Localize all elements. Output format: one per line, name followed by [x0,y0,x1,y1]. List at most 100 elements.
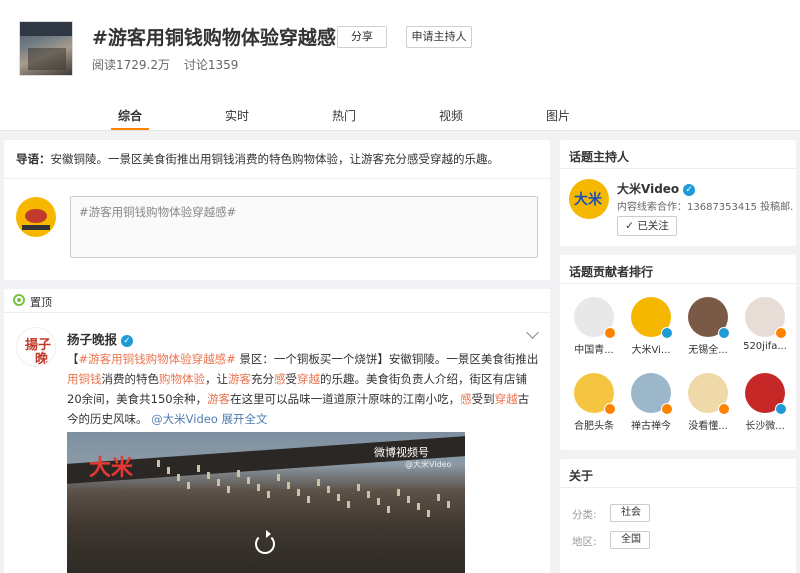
post-keyword: 游客 [228,372,251,386]
topic-host-card: 话题主持人 大米 大米Video ✓ 内容线索合作：13687353415 投稿邮… [560,140,796,246]
post-text-segment: 消费的特色 [101,372,160,386]
post-keyword: 穿越 [297,372,320,386]
chevron-down-icon[interactable] [526,326,539,339]
active-tab-indicator [111,128,149,130]
contributor-item[interactable]: 大米Vi... [625,297,677,356]
contributor-name[interactable]: 520jifa... [739,341,791,352]
post-keyword: 游客 [207,392,231,406]
author-name-text[interactable]: 扬子晚报 [67,332,117,347]
divider [4,178,550,179]
decor-lantern [157,460,160,467]
contributor-item[interactable]: 520jifa... [739,297,791,352]
verified-icon [661,327,673,339]
contributor-item[interactable]: 中国青... [568,297,620,356]
discussion-count: 讨论1359 [183,58,239,72]
post-author-avatar[interactable]: 揚子 晚報 [16,327,56,367]
contributor-name[interactable]: 中国青... [568,341,620,356]
contributor-name[interactable]: 长沙微... [739,417,791,432]
share-button[interactable]: 分享 [337,26,387,48]
contributor-name[interactable]: 大米Vi... [625,341,677,356]
verified-icon [661,403,673,415]
decor-lantern [307,496,310,503]
contributor-avatar[interactable] [574,373,616,415]
pinned-post-card: 置顶 揚子 晚報 扬子晚报 ✓ 【#游客用铜钱购物体验穿越感# 景区：一个铜板买一… [4,289,550,573]
post-author-name[interactable]: 扬子晚报 ✓ [67,329,134,348]
pinned-header: 置顶 [4,289,550,313]
decor-lantern [397,488,400,496]
contributor-item[interactable]: 没看懂... [682,373,734,432]
decor-lantern [387,505,390,513]
tab-bar: 综合 实时 热门 视频 图片 [0,100,800,131]
decor-lantern [417,503,420,511]
decor-lantern [187,481,190,489]
compose-input[interactable]: #游客用铜钱购物体验穿越感# [79,204,236,220]
decor-lantern [357,484,360,491]
current-user-avatar[interactable] [16,197,56,237]
post-link[interactable]: @大米Video [151,412,218,426]
decor-lantern [167,467,170,475]
decor-lantern [217,479,220,487]
pin-icon [13,294,25,306]
video-player[interactable]: 大米 微博视频号 @大米Video [67,432,465,573]
contributor-avatar[interactable] [745,373,787,415]
verified-icon [604,403,616,415]
topic-stats: 阅读1729.2万 讨论1359 [92,56,248,73]
post-text-segment: 【 [67,352,79,366]
tab-hot[interactable]: 热门 [332,107,356,124]
contributor-item[interactable]: 长沙微... [739,373,791,432]
verified-icon [718,403,730,415]
contributor-name[interactable]: 没看懂... [682,417,734,432]
contributor-item[interactable]: 无锡全... [682,297,734,356]
contributor-name[interactable]: 禅古禅今 [625,417,677,432]
post-text-segment: ，让 [205,372,228,386]
category-tag[interactable]: 社会 [610,504,650,522]
apply-host-button[interactable]: 申请主持人 [406,26,472,48]
post-text-segment: 景区：一个铜板买一个烧饼】安徽铜陵。一景区美食街推出 [235,352,539,366]
contributor-name[interactable]: 无锡全... [682,341,734,356]
post-text-segment: 受到 [471,392,495,406]
post-link[interactable]: 展开全文 [218,412,268,426]
post-keyword: 用铜钱 [67,372,102,386]
tab-images[interactable]: 图片 [546,107,570,124]
contributor-item[interactable]: 合肥头条 [568,373,620,432]
region-tag[interactable]: 全国 [610,531,650,549]
decor-lantern [347,500,350,508]
tab-comprehensive[interactable]: 综合 [118,107,142,124]
contributor-name[interactable]: 合肥头条 [568,417,620,432]
topic-cover-image [19,21,73,76]
verified-icon [604,327,616,339]
tab-video[interactable]: 视频 [439,107,463,124]
host-name[interactable]: 大米Video ✓ [617,180,696,197]
decor-lantern [277,474,280,482]
contributor-ranking-card: 话题贡献者排行 中国青... 大米Vi... 无锡全... 520jifa... 合肥头… [560,255,796,450]
post-keyword: 感 [274,372,286,386]
followed-label: 已关注 [637,220,669,232]
contributor-avatar[interactable] [745,297,787,339]
read-count: 阅读1729.2万 [92,58,170,72]
replay-icon[interactable] [255,530,275,554]
contributor-avatar[interactable] [631,373,673,415]
decor-lantern [257,484,260,491]
contributor-avatar[interactable] [688,373,730,415]
video-watermark: 微博视频号 [374,446,429,459]
decor-lantern [437,493,440,501]
verified-icon [775,403,787,415]
contributor-avatar[interactable] [631,297,673,339]
host-name-text[interactable]: 大米Video [617,182,679,196]
compose-box[interactable]: #游客用铜钱购物体验穿越感# [70,196,538,258]
post-text-segment: 在这里可以品味一道道原汁原味的江南小吃， [230,392,461,406]
post-keyword: 感 [460,392,472,406]
contributor-avatar[interactable] [574,297,616,339]
tab-realtime[interactable]: 实时 [225,107,249,124]
about-title: 关于 [569,469,594,483]
host-avatar[interactable]: 大米 [569,179,609,219]
decor-lantern [337,493,340,501]
followed-button[interactable]: ✓ 已关注 [617,216,677,236]
pinned-label: 置顶 [30,296,52,309]
decor-lantern [227,486,230,494]
decor-lantern [197,464,200,472]
contributor-item[interactable]: 禅古禅今 [625,373,677,432]
verified-icon: ✓ [121,334,134,347]
contributor-avatar[interactable] [688,297,730,339]
divider [560,487,796,488]
